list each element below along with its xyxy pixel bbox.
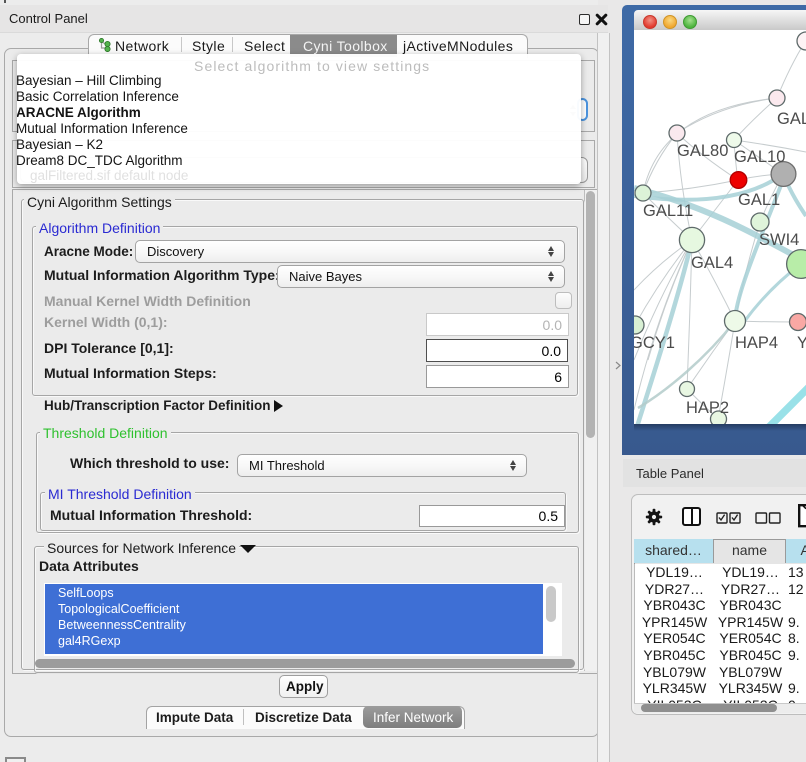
svg-text:GAL80: GAL80 bbox=[677, 142, 728, 160]
svg-text:GAL7: GAL7 bbox=[777, 110, 806, 128]
svg-text:HAP2: HAP2 bbox=[686, 399, 729, 417]
svg-text:GAL11: GAL11 bbox=[643, 202, 693, 220]
svg-text:GAL1: GAL1 bbox=[738, 191, 780, 209]
svg-text:Y: Y bbox=[797, 334, 806, 352]
svg-text:HAP4: HAP4 bbox=[735, 334, 778, 352]
svg-text:GAL10: GAL10 bbox=[734, 148, 785, 166]
svg-text:GCY1: GCY1 bbox=[634, 334, 675, 352]
svg-text:SWI4: SWI4 bbox=[759, 231, 799, 249]
svg-text:GAL4: GAL4 bbox=[691, 254, 733, 272]
